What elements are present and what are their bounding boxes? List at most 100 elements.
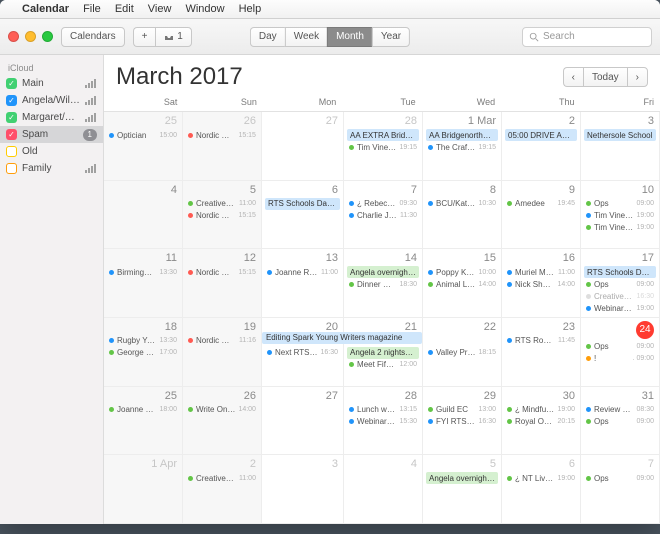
close-window[interactable] xyxy=(8,31,19,42)
day-cell[interactable]: 12Nordic Wa…15:15 xyxy=(183,249,262,318)
event[interactable]: Angela overnigh… xyxy=(426,472,498,484)
event[interactable]: Optician15:00 xyxy=(107,129,179,141)
event[interactable]: Lunch wit…13:15 xyxy=(347,404,419,416)
day-cell[interactable]: 6¿ NT Live…19:00 xyxy=(502,455,581,524)
zoom-window[interactable] xyxy=(42,31,53,42)
day-cell[interactable]: 26Nordic Wa…15:15 xyxy=(183,112,262,181)
menu-window[interactable]: Window xyxy=(185,3,224,15)
event[interactable]: !. 09:00 xyxy=(584,353,656,365)
day-cell[interactable]: 17RTS Schools Da…Ops09:00Creative P…16:3… xyxy=(581,249,660,318)
event[interactable]: Nick Shar…14:00 xyxy=(505,278,577,290)
event[interactable]: BCU/Kate…10:30 xyxy=(426,198,498,210)
event[interactable]: Nordic Wa…15:15 xyxy=(186,210,258,222)
day-cell[interactable]: 18Rugby You…13:30George Sa…17:00 xyxy=(104,318,183,387)
calendar-checkbox[interactable] xyxy=(6,163,17,174)
sidebar-item[interactable]: ✓Spam1 xyxy=(0,126,103,143)
event[interactable]: Ops09:00 xyxy=(584,198,656,210)
new-event-button[interactable]: + xyxy=(133,27,156,47)
sidebar-item[interactable]: ✓Main xyxy=(0,75,103,92)
day-cell[interactable]: 28AA EXTRA Bridg…Tim Vine T…19:15 xyxy=(344,112,423,181)
sidebar-item[interactable]: ✓Angela/Willi… xyxy=(0,92,103,109)
event[interactable]: Webinar p…19:00 xyxy=(584,302,656,314)
view-day[interactable]: Day xyxy=(250,27,285,47)
day-cell[interactable]: 24Ops09:00!. 09:00 xyxy=(581,318,660,387)
event[interactable]: Amedee19:45 xyxy=(505,198,577,210)
event[interactable]: AA Bridgenorth… xyxy=(426,129,498,141)
event[interactable]: ¿ Rebecca…09:30 xyxy=(347,198,419,210)
event[interactable]: FYI RTS E…16:30 xyxy=(426,416,498,428)
event[interactable]: The Craft…19:15 xyxy=(426,141,498,153)
menu-app[interactable]: Calendar xyxy=(22,3,69,15)
event[interactable]: Nordic Wa…11:16 xyxy=(186,335,258,347)
day-cell[interactable]: 3Nethersole School xyxy=(581,112,660,181)
day-cell[interactable]: 14Angela overnigh…Dinner wit…18:30 xyxy=(344,249,423,318)
day-cell[interactable]: 25Optician15:00 xyxy=(104,112,183,181)
event[interactable]: Webinar p…15:30 xyxy=(347,416,419,428)
inbox-button[interactable]: 1 xyxy=(155,27,191,47)
next-button[interactable]: › xyxy=(627,67,648,87)
event[interactable]: Royal Ope…20:15 xyxy=(505,416,577,428)
event[interactable]: 05:00 DRIVE AA… xyxy=(505,129,577,141)
view-week[interactable]: Week xyxy=(285,27,327,47)
menu-file[interactable]: File xyxy=(83,3,101,15)
event-span[interactable]: Editing Spark Young Writers magazine xyxy=(262,332,422,344)
event[interactable]: Nordic Wa…15:15 xyxy=(186,266,258,278)
event[interactable]: Muriel Mc…11:00 xyxy=(505,266,577,278)
event[interactable]: Ops09:00 xyxy=(584,278,656,290)
event[interactable]: Ops09:00 xyxy=(584,416,656,428)
day-cell[interactable]: 31Review of…08:30Ops09:00 xyxy=(581,387,660,456)
event[interactable]: AA EXTRA Bridg… xyxy=(347,129,419,141)
sidebar-item[interactable]: Old xyxy=(0,143,103,160)
day-cell[interactable]: 3 xyxy=(262,455,344,524)
calendar-checkbox[interactable]: ✓ xyxy=(6,129,17,140)
day-cell[interactable]: 8BCU/Kate…10:30 xyxy=(423,181,502,250)
sidebar-item[interactable]: Family xyxy=(0,160,103,177)
event[interactable]: Tim Vine:…19:00 xyxy=(584,210,656,222)
search-field[interactable]: Search xyxy=(522,27,652,47)
day-cell[interactable]: 23RTS Road…11:45 xyxy=(502,318,581,387)
event[interactable]: Review of…08:30 xyxy=(584,404,656,416)
day-cell[interactable]: 1 Apr xyxy=(104,455,183,524)
day-cell[interactable]: 20Editing Spark Young Writers magazineNe… xyxy=(262,318,344,387)
day-cell[interactable]: 5Angela overnigh… xyxy=(423,455,502,524)
event[interactable]: Rugby You…13:30 xyxy=(107,335,179,347)
day-cell[interactable]: 4 xyxy=(104,181,183,250)
sidebar-item[interactable]: ✓Margaret/A… xyxy=(0,109,103,126)
event[interactable]: Poppy Kee…10:00 xyxy=(426,266,498,278)
event[interactable]: Angela overnigh… xyxy=(347,266,419,278)
day-cell[interactable]: 16Muriel Mc…11:00Nick Shar…14:00 xyxy=(502,249,581,318)
menu-view[interactable]: View xyxy=(148,3,172,15)
event[interactable]: Tim Vine T…19:15 xyxy=(347,141,419,153)
day-cell[interactable]: 4 xyxy=(344,455,423,524)
menu-edit[interactable]: Edit xyxy=(115,3,134,15)
day-cell[interactable]: 22Valley Pre…18:15 xyxy=(423,318,502,387)
event[interactable]: Tim Vine:…19:00 xyxy=(584,222,656,234)
event[interactable]: Ops09:00 xyxy=(584,341,656,353)
event[interactable]: Meet Fife…12:00 xyxy=(347,359,419,371)
day-cell[interactable]: 19Nordic Wa…11:16 xyxy=(183,318,262,387)
event[interactable]: Nordic Wa…15:15 xyxy=(186,129,258,141)
day-cell[interactable]: 28Lunch wit…13:15Webinar p…15:30 xyxy=(344,387,423,456)
event[interactable]: Joanne Ri…11:00 xyxy=(265,266,340,278)
month-grid[interactable]: 25Optician15:0026Nordic Wa…15:152728AA E… xyxy=(104,112,660,524)
menu-help[interactable]: Help xyxy=(239,3,262,15)
day-cell[interactable]: 30¿ Mindfuln…19:00Royal Ope…20:15 xyxy=(502,387,581,456)
day-cell[interactable]: 27 xyxy=(262,112,344,181)
event[interactable]: Write On! r…14:00 xyxy=(186,404,258,416)
day-cell[interactable]: 2Creative S…11:00 xyxy=(183,455,262,524)
event[interactable]: George Sa…17:00 xyxy=(107,347,179,359)
calendar-checkbox[interactable]: ✓ xyxy=(6,78,17,89)
event[interactable]: Animal Lul…14:00 xyxy=(426,278,498,290)
day-cell[interactable]: 7Ops09:00 xyxy=(581,455,660,524)
event[interactable]: Nethersole School xyxy=(584,129,656,141)
minimize-window[interactable] xyxy=(25,31,36,42)
calendar-checkbox[interactable]: ✓ xyxy=(6,95,17,106)
day-cell[interactable]: 5Creative S…11:00Nordic Wa…15:15 xyxy=(183,181,262,250)
event[interactable]: Ops09:00 xyxy=(584,472,656,484)
event[interactable]: RTS Schools Da… xyxy=(265,198,340,210)
day-cell[interactable]: 21Angela 2 nights…Meet Fife…12:00 xyxy=(344,318,423,387)
event[interactable]: Next RTS…16:30 xyxy=(265,347,340,359)
day-cell[interactable]: 25Joanne an…18:00 xyxy=(104,387,183,456)
day-cell[interactable]: 29Guild EC13:00FYI RTS E…16:30 xyxy=(423,387,502,456)
calendar-checkbox[interactable] xyxy=(6,146,17,157)
